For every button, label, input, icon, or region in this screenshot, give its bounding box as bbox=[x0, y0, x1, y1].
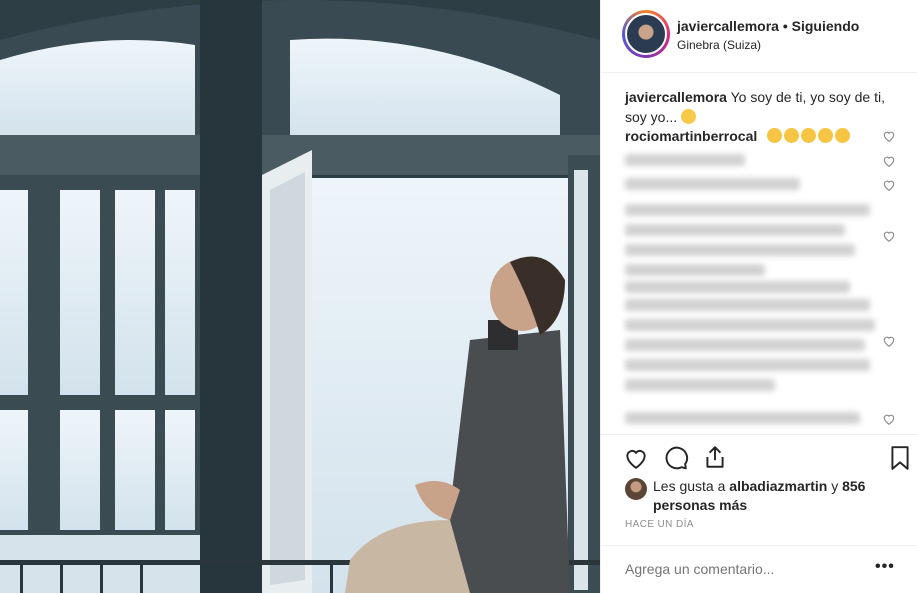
blurred-comment bbox=[625, 244, 855, 256]
comment-like-heart-icon[interactable] bbox=[882, 334, 896, 348]
avatar[interactable] bbox=[625, 13, 667, 55]
header-user-line: javiercallemora • Siguiendo bbox=[677, 18, 859, 34]
likes-conj: y bbox=[831, 478, 839, 494]
comment-like-heart-icon[interactable] bbox=[882, 154, 896, 168]
blurred-comment bbox=[625, 319, 875, 331]
post-photo-illustration bbox=[0, 0, 600, 593]
laughing-emoji-icon bbox=[818, 128, 834, 143]
post-side-panel: javiercallemora • Siguiendo Ginebra (Sui… bbox=[600, 0, 917, 593]
blurred-comment bbox=[625, 204, 870, 216]
post-header: javiercallemora • Siguiendo Ginebra (Sui… bbox=[601, 0, 917, 73]
laughing-emoji-icon bbox=[835, 128, 851, 143]
add-comment-bar: ••• bbox=[601, 545, 917, 593]
caption-username[interactable]: javiercallemora bbox=[625, 89, 727, 105]
comment-username[interactable]: rociomartinberrocal bbox=[625, 128, 757, 144]
blurred-comment bbox=[625, 224, 845, 236]
likes-prefix: Les gusta a bbox=[653, 478, 726, 494]
comment-icon[interactable] bbox=[663, 445, 689, 471]
share-icon[interactable] bbox=[702, 444, 728, 470]
comment-item: rociomartinberrocal bbox=[625, 126, 852, 146]
blurred-comment bbox=[625, 412, 860, 424]
add-comment-input[interactable] bbox=[625, 561, 865, 577]
location-link[interactable]: Ginebra (Suiza) bbox=[677, 38, 761, 52]
post-caption: javiercallemora Yo soy de ti, yo soy de … bbox=[625, 87, 905, 127]
more-options-icon[interactable]: ••• bbox=[875, 558, 895, 576]
comments-list[interactable]: javiercallemora Yo soy de ti, yo soy de … bbox=[601, 74, 917, 434]
blurred-comment bbox=[625, 339, 865, 351]
comment-like-heart-icon[interactable] bbox=[882, 229, 896, 243]
post-timestamp[interactable]: HACE UN DÍA bbox=[625, 519, 694, 530]
blurred-comment bbox=[625, 154, 745, 166]
blurred-comment bbox=[625, 379, 775, 391]
comment-like-heart-icon[interactable] bbox=[882, 178, 896, 192]
blurred-comment bbox=[625, 299, 870, 311]
follow-status[interactable]: Siguiendo bbox=[792, 18, 860, 34]
blurred-comment bbox=[625, 281, 850, 293]
laughing-emoji-icon bbox=[784, 128, 800, 143]
comment-like-heart-icon[interactable] bbox=[882, 412, 896, 426]
likes-summary: Les gusta a albadiazmartin y 856 persona… bbox=[653, 477, 903, 515]
post-photo[interactable] bbox=[0, 0, 600, 593]
heart-icon[interactable] bbox=[623, 445, 649, 471]
liker-avatar[interactable] bbox=[625, 478, 647, 500]
sun-emoji-icon bbox=[681, 109, 697, 124]
blurred-comment bbox=[625, 264, 765, 276]
laughing-emoji-icon bbox=[767, 128, 783, 143]
blurred-comment bbox=[625, 178, 800, 190]
likes-user[interactable]: albadiazmartin bbox=[729, 478, 827, 494]
comment-like-heart-icon[interactable] bbox=[882, 129, 896, 143]
header-username[interactable]: javiercallemora bbox=[677, 18, 779, 34]
instagram-post: javiercallemora • Siguiendo Ginebra (Sui… bbox=[0, 0, 917, 593]
blurred-comment bbox=[625, 359, 870, 371]
laughing-emoji-icon bbox=[801, 128, 817, 143]
header-separator: • bbox=[782, 18, 788, 34]
bookmark-icon[interactable] bbox=[887, 445, 913, 471]
